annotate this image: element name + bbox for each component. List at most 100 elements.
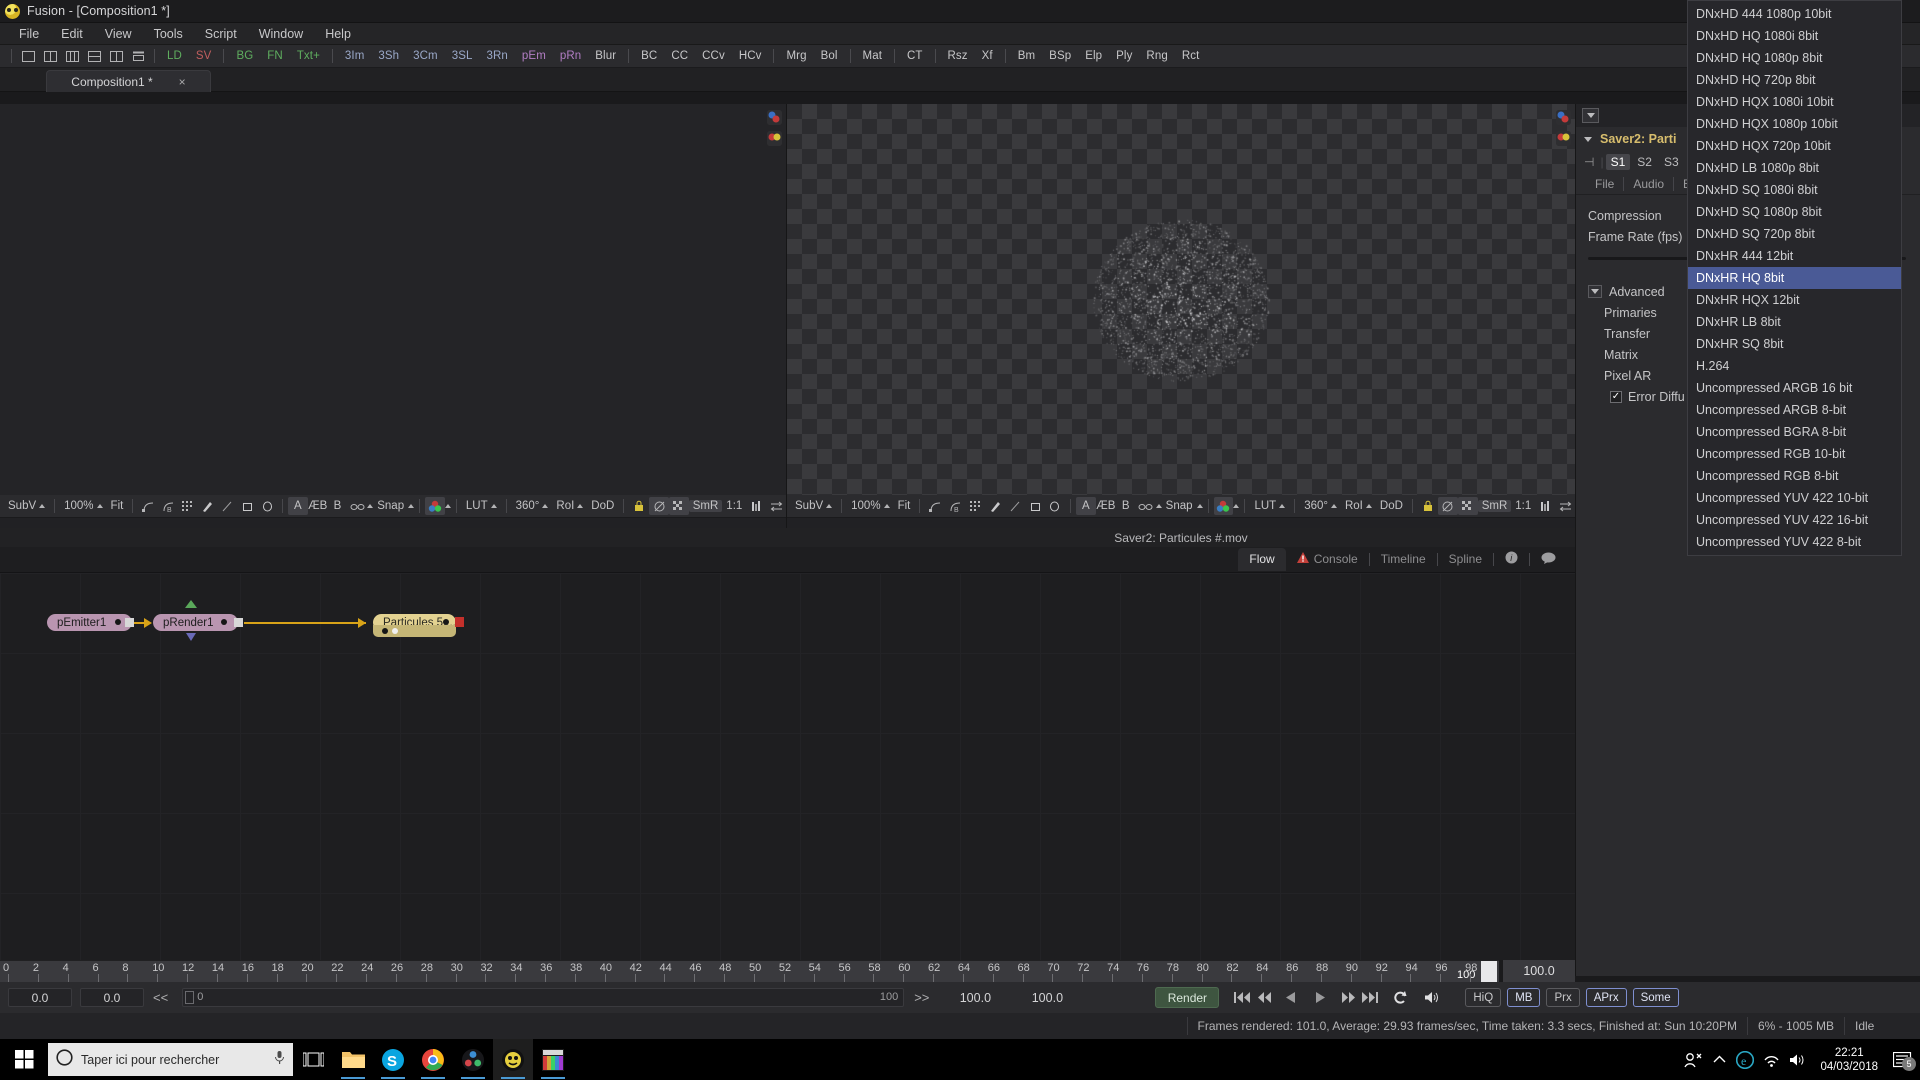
grid-icon[interactable] [178, 497, 198, 515]
tool-mat[interactable]: Mat [858, 49, 887, 63]
dod-button-left[interactable]: DoD [587, 500, 618, 512]
tool-ld[interactable]: LD [162, 49, 187, 63]
dropdown-item-15[interactable]: DNxHR SQ 8bit [1688, 333, 1901, 355]
view360-button-left[interactable]: 360° [512, 500, 553, 512]
tool-3sh[interactable]: 3Sh [373, 49, 404, 63]
zoom-level-right[interactable]: 100% [847, 500, 893, 512]
dod-button-right[interactable]: DoD [1376, 500, 1407, 512]
chip-prx[interactable]: Prx [1546, 988, 1580, 1007]
histogram-icon[interactable] [1535, 497, 1555, 515]
chip-hiq[interactable]: HiQ [1465, 988, 1502, 1007]
tool-3rn[interactable]: 3Rn [482, 49, 513, 63]
tab-timeline[interactable]: Timeline [1370, 548, 1437, 571]
range-handle-left[interactable] [185, 991, 195, 1004]
global-start-field[interactable]: 100.0 [939, 991, 1011, 1005]
line-tool-icon[interactable] [1005, 497, 1025, 515]
tool-prn[interactable]: pRn [555, 49, 586, 63]
channel-b-button-right[interactable]: B [1116, 497, 1136, 515]
triple-view-icon[interactable] [63, 47, 81, 65]
spline-tool-icon[interactable] [138, 497, 158, 515]
roi-button-left[interactable]: RoI [552, 500, 587, 512]
taskbar-clock[interactable]: 22:21 04/03/2018 [1810, 1046, 1888, 1074]
spline-b-tool-icon[interactable]: B [945, 497, 965, 515]
menu-file[interactable]: File [8, 25, 50, 43]
node-saver-state-dot-2[interactable] [392, 628, 398, 634]
zoom-level-left[interactable]: 100% [60, 500, 106, 512]
split-v-icon[interactable] [107, 47, 125, 65]
dropdown-item-23[interactable]: Uncompressed YUV 422 16-bit [1688, 509, 1901, 531]
dropdown-item-16[interactable]: H.264 [1688, 355, 1901, 377]
dropdown-item-20[interactable]: Uncompressed RGB 10-bit [1688, 443, 1901, 465]
dropdown-item-selected[interactable]: DNxHR HQ 8bit [1688, 267, 1901, 289]
dropdown-item-10[interactable]: DNxHD SQ 720p 8bit [1688, 223, 1901, 245]
tool-mrg[interactable]: Mrg [781, 49, 811, 63]
saver-tab-s1[interactable]: S1 [1605, 154, 1631, 170]
pin-icon[interactable]: ⊣ [1584, 155, 1594, 169]
channel-ab-button-right[interactable]: ÆB [1096, 497, 1116, 515]
pen-tool-icon[interactable] [198, 497, 218, 515]
lut-button-left[interactable]: LUT [462, 500, 501, 512]
network-icon[interactable] [1758, 1039, 1784, 1080]
tool-bg[interactable]: BG [231, 49, 258, 63]
fusion-icon[interactable] [493, 1039, 533, 1080]
loop-icon[interactable] [1389, 987, 1411, 1009]
dropdown-item-8[interactable]: DNxHD SQ 1080i 8bit [1688, 179, 1901, 201]
lut-button-right[interactable]: LUT [1250, 500, 1289, 512]
viewer-thumb-b-icon[interactable] [767, 131, 782, 146]
line-tool-icon[interactable] [218, 497, 238, 515]
composition-tab[interactable]: Composition1 * × [46, 70, 211, 92]
tab-spline[interactable]: Spline [1438, 548, 1493, 571]
viewer-left-canvas[interactable] [0, 104, 786, 495]
stack-icon[interactable] [129, 47, 147, 65]
tool-3im[interactable]: 3Im [340, 49, 369, 63]
chevron-down-icon[interactable] [1582, 108, 1599, 123]
chip-aprx[interactable]: APrx [1585, 988, 1627, 1007]
tool-rct[interactable]: Rct [1177, 49, 1205, 63]
chevron-down-icon[interactable] [1584, 136, 1592, 142]
swap-icon[interactable] [1555, 497, 1575, 515]
render-start-field[interactable]: 0.0 [8, 988, 72, 1007]
dropdown-item-24[interactable]: Uncompressed YUV 422 8-bit [1688, 531, 1901, 553]
play-icon[interactable] [1309, 987, 1331, 1009]
chip-some[interactable]: Some [1632, 988, 1679, 1007]
tool-bc[interactable]: BC [636, 49, 662, 63]
grid-icon[interactable] [965, 497, 985, 515]
fit-button-left[interactable]: Fit [107, 500, 128, 512]
tool-3sl[interactable]: 3SL [447, 49, 478, 63]
channel-ab-button-left[interactable]: ÆB [308, 497, 328, 515]
first-frame-icon[interactable] [1231, 987, 1253, 1009]
task-view-icon[interactable] [293, 1039, 333, 1080]
microphone-icon[interactable] [274, 1050, 285, 1070]
render-range-bar[interactable]: 0 100 [182, 988, 905, 1007]
lock-icon[interactable] [1418, 497, 1438, 515]
dropdown-item-6[interactable]: DNxHD HQX 720p 10bit [1688, 135, 1901, 157]
node-prender1-output-dot[interactable] [221, 619, 227, 625]
audio-icon[interactable] [1421, 987, 1443, 1009]
dropdown-item-13[interactable]: DNxHR HQX 12bit [1688, 289, 1901, 311]
global-end-field[interactable]: 100.0 [1011, 991, 1083, 1005]
menu-script[interactable]: Script [194, 25, 248, 43]
edge-icon[interactable]: e [1732, 1039, 1758, 1080]
dual-view-icon[interactable] [41, 47, 59, 65]
render-end-field[interactable]: 0.0 [80, 988, 144, 1007]
chevron-up-icon[interactable] [1196, 504, 1203, 508]
split-h-icon[interactable] [85, 47, 103, 65]
show-hidden-icons-icon[interactable] [1706, 1039, 1732, 1080]
saver-tab-s3[interactable]: S3 [1659, 154, 1684, 170]
dropdown-item-18[interactable]: Uncompressed ARGB 8-bit [1688, 399, 1901, 421]
node-saver-output-dot[interactable] [443, 619, 449, 625]
ellipse-tool-icon[interactable] [257, 497, 277, 515]
subtab-audio[interactable]: Audio [1624, 176, 1675, 191]
dropdown-item-1[interactable]: DNxHD HQ 1080i 8bit [1688, 25, 1901, 47]
subview-dropdown-left[interactable]: SubV [4, 500, 49, 512]
fit-button-right[interactable]: Fit [894, 500, 915, 512]
davinci-resolve-icon[interactable] [453, 1039, 493, 1080]
viewer-right-hscrollbar[interactable] [787, 517, 1575, 528]
tool-ct[interactable]: CT [902, 49, 928, 63]
tool-cc[interactable]: CC [666, 49, 693, 63]
tool-rng[interactable]: Rng [1141, 49, 1172, 63]
tab-info[interactable]: i [1494, 547, 1529, 572]
subtab-file[interactable]: File [1586, 176, 1625, 191]
nogate-icon[interactable] [1437, 497, 1458, 515]
timeline-end-field[interactable]: 100.0 [1503, 960, 1575, 982]
